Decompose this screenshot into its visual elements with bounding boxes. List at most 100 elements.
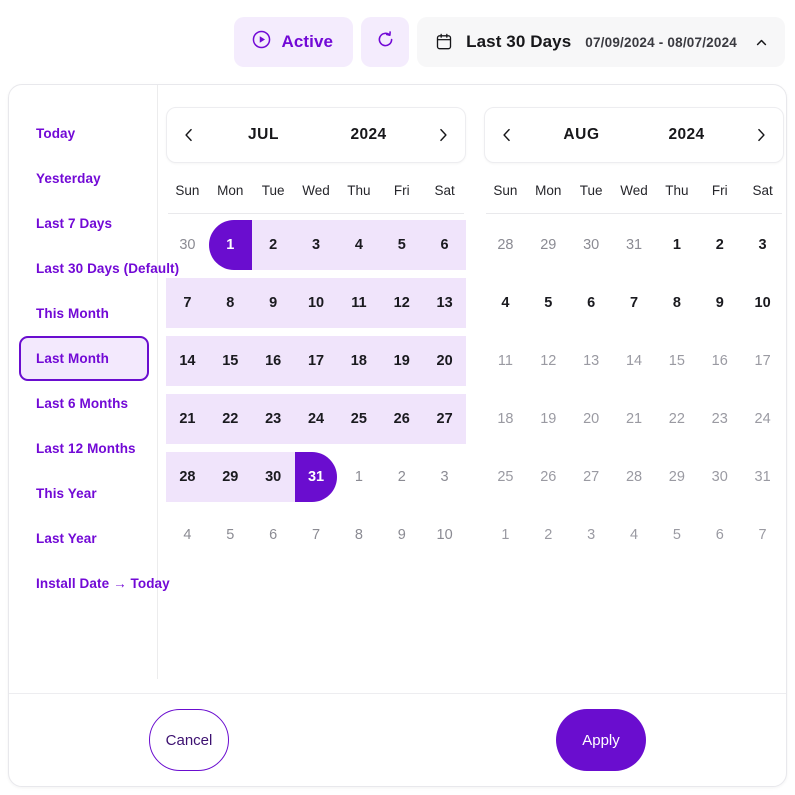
- calendar-day-cell[interactable]: 10: [295, 274, 338, 332]
- calendar-day-label: 27: [437, 411, 453, 427]
- calendars-container: JUL2024SunMonTueWedThuFriSat301234567891…: [158, 85, 787, 694]
- preset-item-last-12-months[interactable]: Last 12 Months: [19, 426, 149, 471]
- weekday-label: Sun: [484, 183, 527, 198]
- calendar-day-label: 21: [179, 411, 195, 427]
- calendar-day-cell[interactable]: 1: [655, 216, 698, 274]
- calendar-day-cell[interactable]: 8: [655, 274, 698, 332]
- preset-item-last-year[interactable]: Last Year: [19, 516, 149, 561]
- calendar-day-cell[interactable]: 3: [295, 216, 338, 274]
- calendar-day-cell[interactable]: 30: [252, 448, 295, 506]
- calendar-day-cell: 31: [741, 448, 784, 506]
- calendar-day-cell[interactable]: 26: [380, 390, 423, 448]
- calendar-day-cell[interactable]: 11: [337, 274, 380, 332]
- calendar-day-cell[interactable]: 7: [613, 274, 656, 332]
- calendar-day-cell: 1: [337, 448, 380, 506]
- calendar-day-cell[interactable]: 5: [380, 216, 423, 274]
- chevron-right-icon[interactable]: [421, 108, 465, 162]
- calendar-day-cell: 24: [741, 390, 784, 448]
- calendar-day-cell[interactable]: 13: [423, 274, 466, 332]
- calendar-day-cell: 18: [484, 390, 527, 448]
- calendar-day-cell[interactable]: 4: [484, 274, 527, 332]
- preset-item-last-7-days[interactable]: Last 7 Days: [19, 201, 149, 246]
- calendar-day-label: 19: [540, 411, 556, 427]
- calendar-aug: AUG2024SunMonTueWedThuFriSat282930311234…: [484, 107, 784, 694]
- calendar-day-label: 24: [308, 411, 324, 427]
- calendar-day-cell: 30: [698, 448, 741, 506]
- calendar-day-cell[interactable]: 10: [741, 274, 784, 332]
- calendar-day-label: 5: [673, 527, 681, 543]
- calendar-day-cell: 20: [570, 390, 613, 448]
- calendar-day-cell: 19: [527, 390, 570, 448]
- calendar-day-cell: 26: [527, 448, 570, 506]
- calendar-day-cell[interactable]: 6: [570, 274, 613, 332]
- calendar-day-cell[interactable]: 22: [209, 390, 252, 448]
- preset-item-this-month[interactable]: This Month: [19, 291, 149, 336]
- calendar-day-cell: 27: [570, 448, 613, 506]
- active-status-button[interactable]: Active: [234, 17, 353, 67]
- chevron-left-icon[interactable]: [485, 108, 529, 162]
- calendar-day-label: 3: [759, 237, 767, 253]
- calendar-day-cell[interactable]: 19: [380, 332, 423, 390]
- calendar-day-cell[interactable]: 27: [423, 390, 466, 448]
- calendar-day-cell[interactable]: 9: [252, 274, 295, 332]
- calendar-day-label: 5: [226, 527, 234, 543]
- calendar-day-cell[interactable]: 16: [252, 332, 295, 390]
- preset-item-this-year[interactable]: This Year: [19, 471, 149, 516]
- calendar-week-row: 45678910: [166, 506, 466, 564]
- calendar-day-label: 15: [669, 353, 685, 369]
- calendar-day-label: 7: [759, 527, 767, 543]
- preset-item-last-month[interactable]: Last Month: [19, 336, 149, 381]
- preset-item-last-30-days-default[interactable]: Last 30 Days (Default): [19, 246, 149, 291]
- calendar-day-cell[interactable]: 9: [698, 274, 741, 332]
- calendar-day-label: 29: [222, 469, 238, 485]
- calendar-day-label: 18: [351, 353, 367, 369]
- calendar-day-cell[interactable]: 29: [209, 448, 252, 506]
- calendar-day-cell[interactable]: 1: [209, 216, 252, 274]
- calendar-day-cell[interactable]: 31: [295, 448, 338, 506]
- calendar-day-cell[interactable]: 8: [209, 274, 252, 332]
- calendar-day-cell[interactable]: 14: [166, 332, 209, 390]
- calendar-day-label: 30: [712, 469, 728, 485]
- preset-item-today[interactable]: Today: [19, 111, 149, 156]
- calendar-day-cell[interactable]: 24: [295, 390, 338, 448]
- apply-button[interactable]: Apply: [556, 709, 646, 771]
- calendar-day-cell[interactable]: 15: [209, 332, 252, 390]
- calendar-day-cell: 6: [252, 506, 295, 564]
- calendar-day-label: 2: [716, 237, 724, 253]
- calendar-day-cell[interactable]: 20: [423, 332, 466, 390]
- refresh-button[interactable]: [361, 17, 409, 67]
- calendar-week-row: 30123456: [166, 216, 466, 274]
- preset-item-yesterday[interactable]: Yesterday: [19, 156, 149, 201]
- calendar-grid: 3012345678910111213141516171819202122232…: [166, 214, 466, 564]
- preset-item-last-6-months[interactable]: Last 6 Months: [19, 381, 149, 426]
- calendar-week-row: 7891011 12 13: [166, 274, 466, 332]
- cancel-button[interactable]: Cancel: [149, 709, 229, 771]
- calendar-day-cell[interactable]: 4: [337, 216, 380, 274]
- chevron-right-icon[interactable]: [739, 108, 783, 162]
- calendar-day-cell: 3: [570, 506, 613, 564]
- calendar-day-cell[interactable]: 18: [337, 332, 380, 390]
- calendar-day-cell[interactable]: 5: [527, 274, 570, 332]
- calendar-day-label: 8: [673, 295, 681, 311]
- calendar-day-cell[interactable]: 3: [741, 216, 784, 274]
- calendar-day-label: 17: [308, 353, 324, 369]
- chevron-up-icon[interactable]: [753, 34, 770, 51]
- calendar-day-cell[interactable]: 23: [252, 390, 295, 448]
- date-range-selector[interactable]: Last 30 Days 07/09/2024 - 08/07/2024: [417, 17, 785, 67]
- calendar-day-label: 12: [394, 295, 410, 311]
- calendar-day-cell[interactable]: 2: [698, 216, 741, 274]
- date-range-value: 07/09/2024 - 08/07/2024: [585, 35, 737, 50]
- calendar-day-cell[interactable]: 25: [337, 390, 380, 448]
- calendar-day-cell[interactable]: 17: [295, 332, 338, 390]
- preset-item-install-date-today[interactable]: Install Date → Today: [19, 561, 149, 606]
- chevron-left-icon[interactable]: [167, 108, 211, 162]
- calendar-day-cell[interactable]: 7: [166, 274, 209, 332]
- calendar-day-cell[interactable]: 2: [252, 216, 295, 274]
- calendar-day-cell[interactable]: 12: [380, 274, 423, 332]
- calendar-day-cell[interactable]: 6: [423, 216, 466, 274]
- calendar-day-cell[interactable]: 21: [166, 390, 209, 448]
- calendar-day-cell[interactable]: 28: [166, 448, 209, 506]
- calendar-day-cell: 9: [380, 506, 423, 564]
- calendar-day-cell: 25: [484, 448, 527, 506]
- refresh-icon: [375, 29, 396, 55]
